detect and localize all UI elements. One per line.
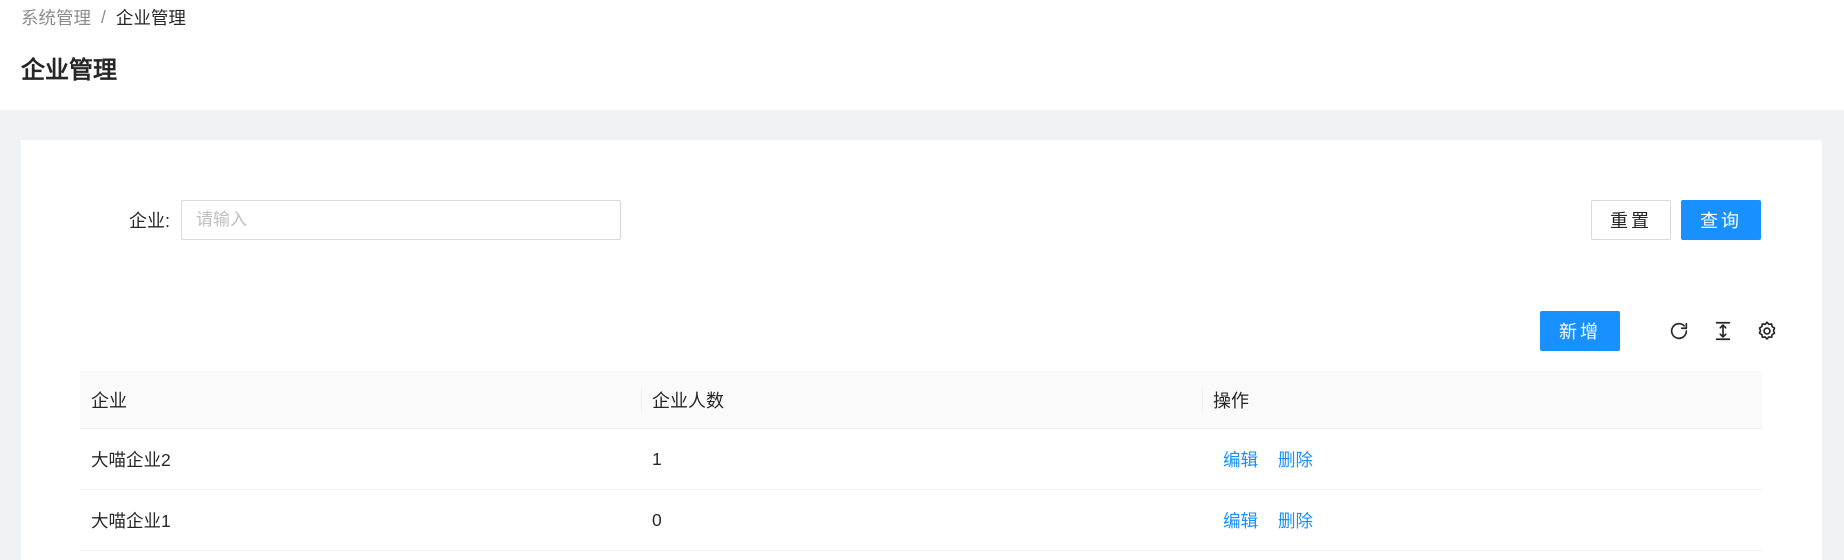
table-row: 大喵企业1 0 编辑 删除 (80, 490, 1762, 551)
cell-actions: 编辑 删除 (1202, 490, 1762, 550)
edit-link[interactable]: 编辑 (1223, 447, 1258, 472)
search-label: 企业: (129, 211, 171, 231)
company-table: 企业 企业人数 操作 大喵企业2 1 编辑 删除 大喵企业1 0 编辑 删除 (80, 371, 1762, 551)
column-header-actions: 操作 (1202, 371, 1762, 428)
breadcrumb-item-current: 企业管理 (115, 7, 186, 28)
query-button[interactable]: 查询 (1681, 200, 1761, 240)
setting-icon[interactable] (1754, 318, 1780, 344)
column-height-icon[interactable] (1710, 318, 1736, 344)
reset-button[interactable]: 重置 (1591, 200, 1671, 240)
cell-count: 1 (652, 448, 662, 469)
company-search-input[interactable] (181, 200, 621, 240)
page-title: 企业管理 (21, 57, 117, 84)
cell-count: 0 (652, 509, 662, 530)
cell-company: 大喵企业1 (91, 510, 171, 531)
column-header-company: 企业 (91, 390, 127, 411)
breadcrumb: 系统管理 / 企业管理 (21, 4, 186, 30)
reload-icon[interactable] (1666, 318, 1692, 344)
breadcrumb-separator: / (101, 6, 106, 27)
page-header: 系统管理 / 企业管理 企业管理 (0, 0, 1844, 110)
add-button[interactable]: 新增 (1540, 311, 1620, 351)
table-row: 大喵企业2 1 编辑 删除 (80, 429, 1762, 490)
column-header-count: 企业人数 (641, 371, 1202, 428)
breadcrumb-item-system[interactable]: 系统管理 (21, 5, 91, 30)
table-header: 企业 企业人数 操作 (80, 371, 1762, 429)
delete-link[interactable]: 删除 (1278, 508, 1313, 533)
cell-company: 大喵企业2 (91, 449, 171, 470)
edit-link[interactable]: 编辑 (1223, 508, 1258, 533)
delete-link[interactable]: 删除 (1278, 447, 1313, 472)
cell-actions: 编辑 删除 (1202, 429, 1762, 489)
content-card: 企业: 重置 查询 新增 企业 企业人数 操作 大喵企业2 (21, 140, 1822, 560)
